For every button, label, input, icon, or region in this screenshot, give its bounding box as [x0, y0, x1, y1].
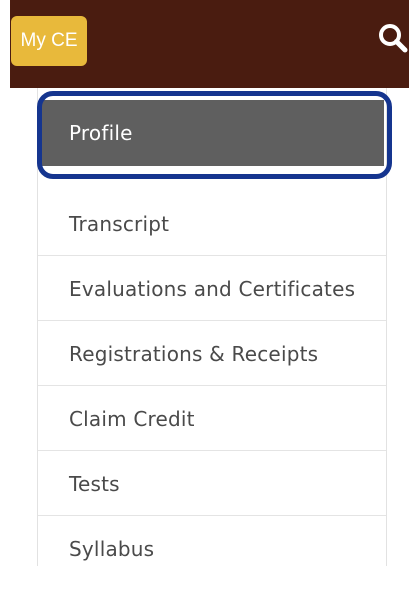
- menu-item-claim-credit[interactable]: Claim Credit: [38, 387, 386, 451]
- top-nav-bar: My CE: [0, 0, 409, 88]
- menu-item-registrations-and-receipts[interactable]: Registrations & Receipts: [38, 322, 386, 386]
- search-icon[interactable]: [377, 22, 409, 54]
- menu-item-tests[interactable]: Tests: [38, 452, 386, 516]
- menu-item-evaluations-and-certificates[interactable]: Evaluations and Certificates: [38, 257, 386, 321]
- menu-item-syllabus[interactable]: Syllabus: [38, 517, 386, 581]
- my-ce-button[interactable]: My CE: [11, 16, 87, 66]
- menu-item-transcript[interactable]: Transcript: [38, 192, 386, 256]
- my-ce-dropdown-menu: Profile Transcript Evaluations and Certi…: [37, 88, 387, 566]
- menu-item-profile[interactable]: Profile: [41, 100, 384, 166]
